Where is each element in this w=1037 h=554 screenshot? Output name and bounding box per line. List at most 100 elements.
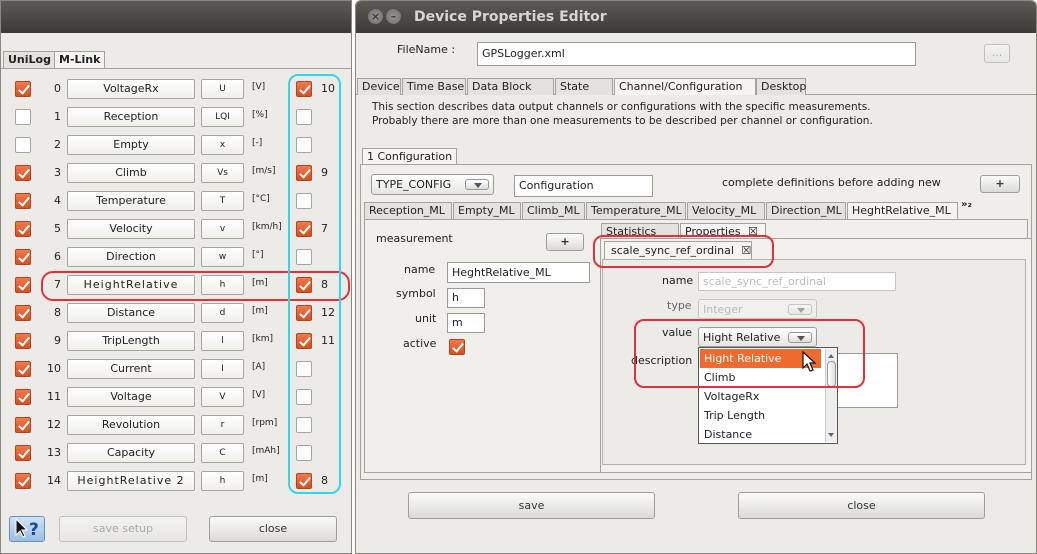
- row-unit: [m]: [252, 306, 268, 316]
- row-unit: [m/s]: [252, 166, 276, 176]
- row-symbol-field[interactable]: C: [201, 443, 244, 463]
- filename-label: FileName :: [397, 43, 456, 56]
- tab-state[interactable]: State: [555, 78, 613, 95]
- tab-temperature-ml[interactable]: Temperature_ML: [586, 202, 686, 219]
- row-active-checkbox[interactable]: [15, 81, 31, 97]
- prop-name-label: name: [662, 274, 694, 287]
- row-unit: [A]: [252, 362, 266, 372]
- measurement-name-input[interactable]: HeghtRelative_ML: [447, 262, 590, 283]
- add-configuration-button[interactable]: +: [980, 175, 1020, 193]
- row-symbol-field[interactable]: h: [201, 471, 244, 491]
- browse-button[interactable]: ...: [984, 44, 1010, 63]
- config-type-select[interactable]: TYPE_CONFIG: [371, 174, 494, 195]
- row-name-field[interactable]: Current: [67, 359, 195, 379]
- save-button[interactable]: save: [408, 492, 655, 519]
- name-label: name: [404, 263, 436, 276]
- svg-text:?: ?: [29, 520, 39, 539]
- highlight-sync-column: [288, 74, 341, 494]
- help-button[interactable]: ?: [9, 516, 45, 542]
- row-active-checkbox[interactable]: [15, 193, 31, 209]
- tab-1-configuration[interactable]: 1 Configuration: [362, 148, 458, 165]
- row-name-field[interactable]: Climb: [67, 163, 195, 183]
- window-minimize-icon[interactable]: –: [386, 9, 401, 24]
- row-symbol-field[interactable]: x: [201, 135, 244, 155]
- tab-desktop[interactable]: Desktop: [756, 78, 806, 95]
- row-symbol-field[interactable]: V: [201, 387, 244, 407]
- row-name-field[interactable]: Velocity: [67, 219, 195, 239]
- row-name-field[interactable]: Revolution: [67, 415, 195, 435]
- scroll-down-icon[interactable]: [828, 433, 834, 440]
- row-symbol-field[interactable]: U: [201, 79, 244, 99]
- row-name-field[interactable]: Reception: [67, 107, 195, 127]
- row-active-checkbox[interactable]: [15, 165, 31, 181]
- row-active-checkbox[interactable]: [15, 137, 31, 153]
- row-active-checkbox[interactable]: [15, 333, 31, 349]
- row-active-checkbox[interactable]: [15, 445, 31, 461]
- measurement-unit-input[interactable]: m: [447, 313, 485, 333]
- row-symbol-field[interactable]: d: [201, 303, 244, 323]
- row-name-field[interactable]: Empty: [67, 135, 195, 155]
- row-symbol-field[interactable]: r: [201, 415, 244, 435]
- row-name-field[interactable]: TripLength: [67, 331, 195, 351]
- row-active-checkbox[interactable]: [15, 221, 31, 237]
- filename-input[interactable]: GPSLogger.xml: [477, 42, 916, 66]
- row-unit: [rpm]: [252, 418, 278, 428]
- row-symbol-field[interactable]: w: [201, 247, 244, 267]
- tab-velocity-ml[interactable]: Velocity_ML: [687, 202, 765, 219]
- row-active-checkbox[interactable]: [15, 473, 31, 489]
- tab-empty-ml[interactable]: Empty_ML: [453, 202, 521, 219]
- config-name-input[interactable]: Configuration: [514, 175, 653, 197]
- chevron-down-icon: [788, 304, 812, 315]
- row-symbol-field[interactable]: I: [201, 359, 244, 379]
- dropdown-option-distance[interactable]: Distance: [700, 425, 824, 444]
- save-setup-button[interactable]: save setup: [59, 516, 187, 542]
- row-active-checkbox[interactable]: [15, 277, 31, 293]
- add-measurement-button[interactable]: +: [546, 233, 584, 251]
- row-active-checkbox[interactable]: [15, 109, 31, 125]
- tab-mlink[interactable]: M-Link: [54, 51, 106, 69]
- row-symbol-field[interactable]: Vs: [201, 163, 244, 183]
- row-name-field[interactable]: VoltageRx: [67, 79, 195, 99]
- row-symbol-field[interactable]: LQI: [201, 107, 244, 127]
- tab-climb-ml[interactable]: Climb_ML: [522, 202, 585, 219]
- highlight-value-field: [634, 319, 865, 388]
- row-name-field[interactable]: HeightRelative 2: [67, 471, 195, 491]
- window-close-icon[interactable]: ×: [368, 9, 383, 24]
- tab-direction-ml[interactable]: Direction_ML: [766, 202, 846, 219]
- row-name-field[interactable]: Temperature: [67, 191, 195, 211]
- row-name-field[interactable]: Distance: [67, 303, 195, 323]
- row-active-checkbox[interactable]: [15, 361, 31, 377]
- row-name-field[interactable]: Direction: [67, 247, 195, 267]
- row-name-field[interactable]: Voltage: [67, 387, 195, 407]
- prop-type-select[interactable]: Integer: [698, 299, 817, 319]
- help-cursor-icon: ?: [15, 517, 39, 540]
- measurement-symbol-input[interactable]: h: [447, 288, 485, 308]
- measurement-label: measurement: [376, 232, 453, 245]
- dropdown-option-voltagerx[interactable]: VoltageRx: [700, 387, 824, 406]
- row-name-field[interactable]: Capacity: [67, 443, 195, 463]
- row-symbol-field[interactable]: l: [201, 331, 244, 351]
- row-active-checkbox[interactable]: [15, 389, 31, 405]
- row-number: 8: [54, 306, 61, 319]
- tab-time-base[interactable]: Time Base: [402, 78, 466, 95]
- tab-heghtrelative-ml[interactable]: HeghtRelative_ML: [847, 202, 958, 220]
- dropdown-option-trip-length[interactable]: Trip Length: [700, 406, 824, 425]
- more-tabs-icon[interactable]: »₂: [961, 199, 972, 210]
- row-number: 3: [54, 166, 61, 179]
- row-symbol-field[interactable]: T: [201, 191, 244, 211]
- close-button[interactable]: close: [738, 492, 985, 519]
- left-close-button[interactable]: close: [209, 516, 337, 542]
- row-symbol-field[interactable]: v: [201, 219, 244, 239]
- tab-reception-ml[interactable]: Reception_ML: [364, 202, 452, 219]
- tab-channel-configuration[interactable]: Channel/Configuration: [614, 78, 756, 95]
- prop-name-input[interactable]: scale_sync_ref_ordinal: [698, 272, 896, 291]
- row-active-checkbox[interactable]: [15, 305, 31, 321]
- prop-type-label: type: [667, 299, 692, 312]
- active-checkbox[interactable]: [449, 339, 465, 355]
- tab-device[interactable]: Device: [357, 78, 401, 95]
- row-active-checkbox[interactable]: [15, 249, 31, 265]
- tab-unilog[interactable]: UniLog: [3, 51, 56, 69]
- tab-data-block[interactable]: Data Block: [467, 78, 554, 95]
- row-active-checkbox[interactable]: [15, 417, 31, 433]
- row-unit: [m]: [252, 474, 268, 484]
